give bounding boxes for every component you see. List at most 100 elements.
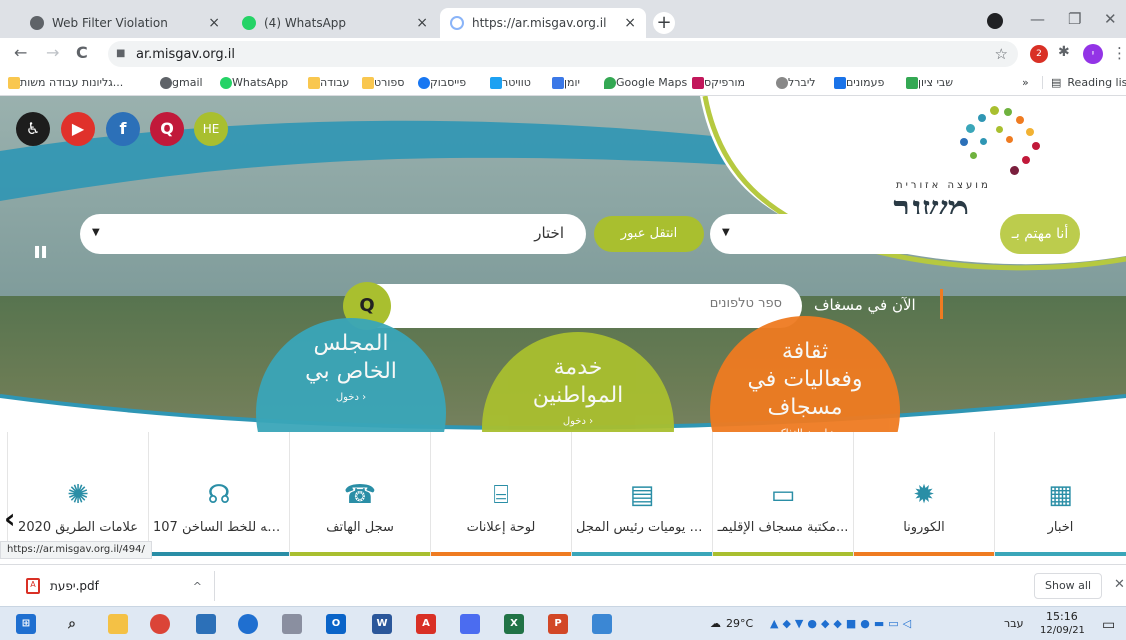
tile-hotline[interactable]: ☊ توجه للخط الساخن 107 <box>148 432 289 556</box>
tile-news[interactable]: ▦ اخبار <box>994 432 1126 556</box>
tab-web-filter[interactable]: Web Filter Violation × <box>20 8 230 38</box>
divider <box>940 289 943 319</box>
file-explorer-icon[interactable] <box>108 614 128 634</box>
bookmark-item[interactable]: פעמונים <box>830 76 884 89</box>
pdf-file-icon: A <box>26 578 40 594</box>
phone-book-prefix: الآن في مسغاف <box>814 296 916 314</box>
go-button[interactable]: انتقل عبور <box>594 216 704 252</box>
phone-search-input[interactable]: ספר טלפונים <box>350 284 802 328</box>
tab-whatsapp[interactable]: (4) WhatsApp × <box>232 8 438 38</box>
bookmark-item[interactable]: פייסבוק <box>414 76 466 89</box>
carousel-prev-button[interactable]: ‹ <box>4 502 16 535</box>
windows-taskbar: ⊞ ⌕ O W A X P ☁ 29°C ▲◆▼●◆◆■●▬▭◁ עבר 15:… <box>0 606 1126 640</box>
bookmark-item[interactable]: ספורט <box>358 76 404 89</box>
tile-library[interactable]: ▭ مكتبة مسجاف الإقليمـ... <box>712 432 853 556</box>
tile-label: علامات الطريق 2020 <box>18 520 138 535</box>
tile-head-diary[interactable]: ▤ من يوميات رئيس المجل... <box>571 432 712 556</box>
tile-road-signs[interactable]: ✺ علامات الطريق 2020 <box>7 432 148 556</box>
show-all-button[interactable]: Show all <box>1034 573 1102 599</box>
tab-misgav[interactable]: https://ar.misgav.org.il × <box>440 8 646 38</box>
restore-button[interactable]: ❐ <box>1068 10 1081 28</box>
clock-time[interactable]: 15:16 <box>1046 610 1078 623</box>
photos-icon[interactable] <box>592 614 612 634</box>
download-item[interactable]: A יפעת.pdf ^ <box>10 571 215 601</box>
outlook-icon[interactable]: O <box>326 614 346 634</box>
circle-link[interactable]: دخول › <box>256 392 446 403</box>
tile-notice-board[interactable]: ⌸ لوحة إعلانات <box>430 432 571 556</box>
language-toggle[interactable]: HE <box>194 112 228 146</box>
bookmark-item[interactable]: gmail <box>156 76 203 89</box>
edge-icon[interactable] <box>238 614 258 634</box>
clock-date[interactable]: 12/09/21 <box>1040 625 1085 636</box>
close-icon[interactable]: × <box>416 15 428 31</box>
star-icon[interactable]: ☆ <box>995 45 1008 63</box>
bookmark-item[interactable]: יומן <box>548 76 580 89</box>
bookmark-item[interactable]: שבי ציון <box>902 76 953 89</box>
bookmark-item[interactable]: WhatsApp <box>216 76 288 89</box>
bookmark-item[interactable]: עבודה <box>304 76 349 89</box>
chevron-up-icon[interactable]: ^ <box>193 580 202 593</box>
tile-icon: ☊ <box>207 480 231 510</box>
circle-title: مسجاف <box>767 395 843 420</box>
accessibility-icon[interactable]: ♿ <box>16 112 50 146</box>
destination-select[interactable]: ▼ اختار <box>80 214 586 254</box>
tile-corona[interactable]: ✹ الكورونا <box>853 432 994 556</box>
close-downloads-button[interactable]: ✕ <box>1114 577 1125 592</box>
bookmark-label: פייסבוק <box>430 76 467 89</box>
weather-temp[interactable]: 29°C <box>726 617 753 630</box>
input-language[interactable]: עבר <box>1004 617 1023 630</box>
circle-title: المواطنين <box>532 383 624 408</box>
tray-icons[interactable]: ▲◆▼●◆◆■●▬▭◁ <box>770 617 915 630</box>
more-bookmarks-button[interactable]: » <box>1022 76 1029 89</box>
close-icon[interactable]: × <box>208 15 220 31</box>
status-bar-url: https://ar.misgav.org.il/494/ <box>0 541 152 559</box>
close-icon[interactable]: × <box>624 15 636 31</box>
reload-button[interactable]: C <box>76 43 88 62</box>
tab-strip: Web Filter Violation × (4) WhatsApp × ht… <box>0 0 1126 38</box>
pause-icon[interactable]: ❚❚ <box>32 244 49 258</box>
windows-start-icon[interactable]: ⊞ <box>16 614 36 634</box>
zoom-icon[interactable] <box>460 614 480 634</box>
bookmark-label: שבי ציון <box>918 76 954 89</box>
address-bar[interactable]: ■ ar.misgav.org.il ☆ <box>108 41 1018 67</box>
weather-icon[interactable]: ☁ <box>710 617 721 630</box>
window-close-button[interactable]: ✕ <box>1104 10 1117 28</box>
search-icon[interactable]: ⌕ <box>62 614 82 634</box>
circle-link[interactable]: دخول › <box>482 416 674 427</box>
tile-icon: ✹ <box>913 480 935 510</box>
back-button[interactable]: ← <box>14 43 27 62</box>
tab-search-icon[interactable] <box>987 13 1003 29</box>
bookmark-item[interactable]: גליונות עבודה משות... <box>4 76 123 89</box>
reading-list-button[interactable]: ▤ Reading list <box>1042 76 1126 89</box>
excel-icon[interactable]: X <box>504 614 524 634</box>
powerpoint-icon[interactable]: P <box>548 614 568 634</box>
youtube-icon[interactable]: ▶ <box>61 112 95 146</box>
extensions-icon[interactable]: ✱ <box>1058 44 1070 60</box>
forward-button[interactable]: → <box>46 43 59 62</box>
tile-label: لوحة إعلانات <box>466 520 536 535</box>
profile-avatar[interactable]: י <box>1083 44 1103 64</box>
word-icon[interactable]: W <box>372 614 392 634</box>
app-icon[interactable] <box>282 614 302 634</box>
calculator-icon[interactable] <box>196 614 216 634</box>
new-tab-button[interactable]: + <box>653 12 675 34</box>
tile-phone-book[interactable]: ☎ سجل الهاتف <box>289 432 430 556</box>
menu-icon[interactable]: ⋮ <box>1112 44 1126 62</box>
extension-badge-icon[interactable]: 2 <box>1030 45 1048 63</box>
bookmark-item[interactable]: ליברל <box>772 76 816 89</box>
minimize-button[interactable]: — <box>1030 10 1045 28</box>
search-icon[interactable]: Q <box>150 112 184 146</box>
chevron-down-icon: ▼ <box>722 227 730 238</box>
bookmark-item[interactable]: Google Maps <box>600 76 687 89</box>
bookmark-item[interactable]: טוויטר <box>486 76 531 89</box>
tile-icon: ✺ <box>67 480 89 510</box>
facebook-icon[interactable]: f <box>106 112 140 146</box>
lock-icon: ■ <box>116 48 126 59</box>
notifications-icon[interactable]: ▭ <box>1102 617 1115 633</box>
tile-label: الكورونا <box>903 520 945 535</box>
chrome-icon[interactable] <box>150 614 170 634</box>
circle-title: الخاص بي <box>305 359 397 384</box>
acrobat-icon[interactable]: A <box>416 614 436 634</box>
bookmark-label: עבודה <box>320 76 350 89</box>
bookmark-item[interactable]: מורפיקס <box>688 76 745 89</box>
